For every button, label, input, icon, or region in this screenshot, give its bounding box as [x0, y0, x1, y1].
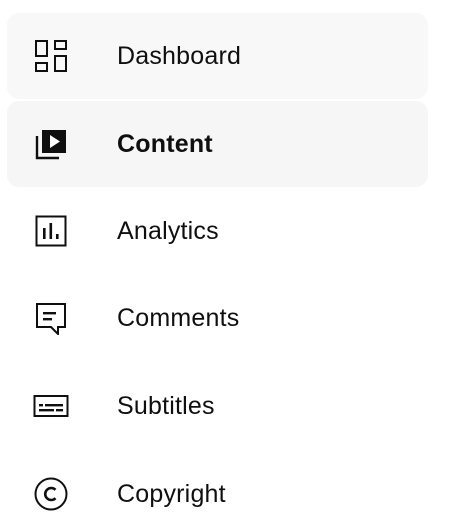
comments-icon	[33, 300, 69, 336]
sidebar-item-comments[interactable]: Comments	[7, 275, 428, 361]
sidebar-item-label: Copyright	[117, 479, 226, 508]
sidebar-item-analytics[interactable]: Analytics	[7, 188, 428, 274]
sidebar-item-label: Content	[117, 129, 213, 158]
sidebar-item-copyright[interactable]: Copyright	[7, 451, 428, 527]
sidebar-item-content[interactable]: Content	[7, 101, 428, 187]
content-icon	[33, 126, 69, 162]
sidebar-item-label: Dashboard	[117, 41, 242, 70]
sidebar-nav: Dashboard Content Analytics Comments Sub…	[0, 0, 450, 527]
sidebar-item-subtitles[interactable]: Subtitles	[7, 363, 428, 449]
subtitles-icon	[33, 388, 69, 424]
sidebar-item-label: Analytics	[117, 216, 219, 245]
dashboard-icon	[33, 38, 69, 74]
copyright-icon	[33, 476, 69, 512]
sidebar-item-label: Comments	[117, 303, 240, 332]
analytics-icon	[33, 213, 69, 249]
sidebar-item-dashboard[interactable]: Dashboard	[7, 13, 428, 99]
sidebar-item-label: Subtitles	[117, 391, 215, 420]
